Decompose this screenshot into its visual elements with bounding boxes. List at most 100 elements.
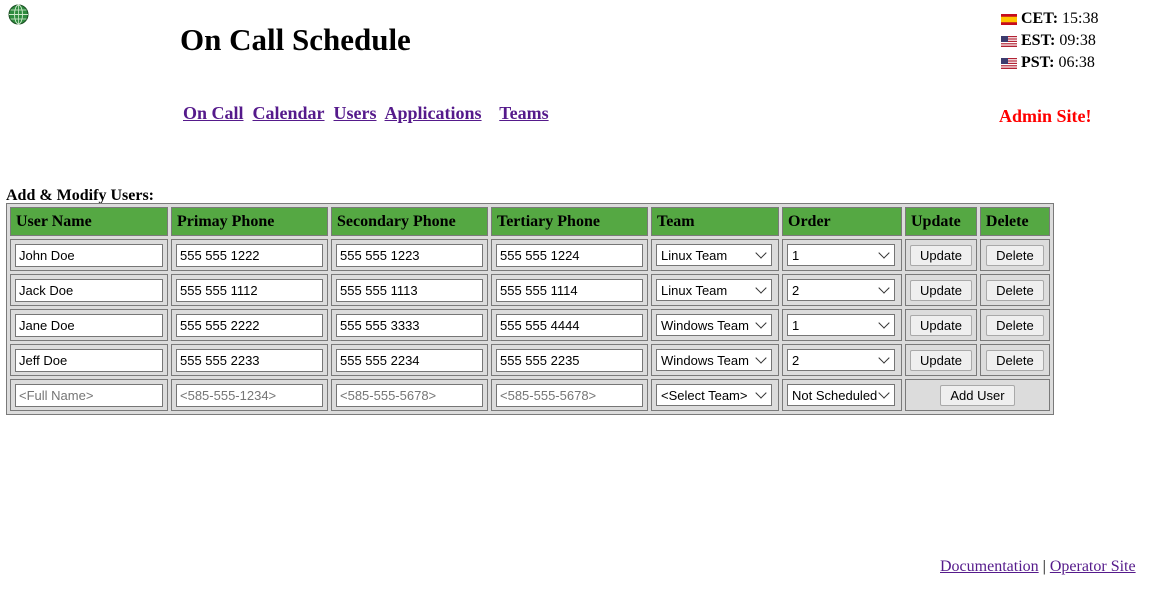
primary-phone-input[interactable] (176, 278, 323, 302)
col-team: Team (651, 207, 779, 236)
order-select-value: 1 (792, 317, 800, 333)
operator-site-link[interactable]: Operator Site (1050, 558, 1136, 575)
primary-phone-input[interactable] (176, 348, 323, 372)
new-user-name-input[interactable] (15, 383, 163, 407)
cell (491, 309, 648, 341)
secondary-phone-input[interactable] (336, 278, 483, 302)
secondary-phone-input[interactable] (336, 348, 483, 372)
order-select-value: Not Scheduled (792, 387, 878, 403)
clock-est: EST: 09:38 (1001, 30, 1099, 52)
admin-site-label: Admin Site! (999, 106, 1092, 126)
team-select[interactable]: Linux Team (656, 279, 772, 301)
secondary-phone-input[interactable] (336, 313, 483, 337)
update-button[interactable]: Update (910, 349, 972, 371)
new-primary-phone-input[interactable] (176, 383, 323, 407)
us-flag-icon (1001, 57, 1017, 69)
clock-pst: PST: 06:38 (1001, 52, 1099, 74)
nav-on-call[interactable]: On Call (183, 103, 244, 123)
nav-calendar[interactable]: Calendar (253, 103, 325, 123)
cell: 1 (782, 239, 902, 271)
order-select[interactable]: 2 (787, 279, 895, 301)
cell: Delete (979, 274, 1050, 306)
tertiary-phone-input[interactable] (496, 278, 643, 302)
user-name-input[interactable] (15, 278, 163, 302)
chevron-down-icon (878, 247, 890, 259)
new-secondary-phone-input[interactable] (336, 383, 483, 407)
add-user-button[interactable]: Add User (940, 384, 1015, 406)
cell (171, 274, 328, 306)
order-select[interactable]: 1 (787, 314, 895, 336)
cell: Windows Team (651, 309, 779, 341)
update-button[interactable]: Update (910, 279, 972, 301)
new-order-select[interactable]: Not Scheduled (787, 384, 895, 406)
cell (331, 239, 488, 271)
cell: <Select Team> (651, 379, 779, 411)
table-row: Windows Team 1 Update Delete (10, 309, 1050, 341)
clock-cet: CET: 15:38 (1001, 8, 1099, 30)
team-select-value: Windows Team (661, 352, 749, 368)
users-table: User Name Primay Phone Secondary Phone T… (6, 203, 1054, 415)
user-name-input[interactable] (15, 348, 163, 372)
order-select-value: 2 (792, 282, 800, 298)
cell (331, 344, 488, 376)
timezone-clocks: CET: 15:38 EST: 09:38 PST: 06:38 (1001, 8, 1099, 74)
nav-applications[interactable]: Applications (385, 103, 482, 123)
footer-separator: | (1042, 558, 1046, 575)
new-tertiary-phone-input[interactable] (496, 383, 643, 407)
cell (10, 344, 168, 376)
chevron-down-icon (878, 282, 890, 294)
table-row: Linux Team 1 Update Delete (10, 239, 1050, 271)
cell (331, 274, 488, 306)
table-row: Windows Team 2 Update Delete (10, 344, 1050, 376)
documentation-link[interactable]: Documentation (940, 558, 1039, 575)
new-team-select[interactable]: <Select Team> (656, 384, 772, 406)
cell: Delete (979, 344, 1050, 376)
clock-time: 06:38 (1058, 54, 1095, 71)
order-select[interactable]: 2 (787, 349, 895, 371)
delete-button[interactable]: Delete (986, 279, 1044, 301)
primary-phone-input[interactable] (176, 313, 323, 337)
cell (331, 379, 488, 411)
nav-users[interactable]: Users (334, 103, 377, 123)
us-flag-icon (1001, 35, 1017, 47)
clock-time: 15:38 (1062, 10, 1099, 27)
cell (331, 309, 488, 341)
primary-phone-input[interactable] (176, 243, 323, 267)
chevron-down-icon (755, 317, 767, 329)
cell (171, 379, 328, 411)
cell (10, 309, 168, 341)
order-select[interactable]: 1 (787, 244, 895, 266)
delete-button[interactable]: Delete (986, 244, 1044, 266)
team-select[interactable]: Linux Team (656, 244, 772, 266)
cell: Delete (979, 239, 1050, 271)
delete-button[interactable]: Delete (986, 349, 1044, 371)
col-order: Order (782, 207, 902, 236)
table-row: Linux Team 2 Update Delete (10, 274, 1050, 306)
cell (491, 379, 648, 411)
tertiary-phone-input[interactable] (496, 313, 643, 337)
globe-icon[interactable] (8, 4, 29, 25)
tertiary-phone-input[interactable] (496, 348, 643, 372)
clock-tz-label: EST: (1021, 32, 1056, 49)
team-select-value: Linux Team (661, 282, 728, 298)
update-button[interactable]: Update (910, 244, 972, 266)
nav-teams[interactable]: Teams (499, 103, 548, 123)
chevron-down-icon (878, 352, 890, 364)
chevron-down-icon (755, 247, 767, 259)
page-title: On Call Schedule (180, 22, 411, 57)
user-name-input[interactable] (15, 313, 163, 337)
team-select[interactable]: Windows Team (656, 314, 772, 336)
chevron-down-icon (755, 352, 767, 364)
spain-flag-icon (1001, 13, 1017, 25)
team-select[interactable]: Windows Team (656, 349, 772, 371)
cell (491, 344, 648, 376)
delete-button[interactable]: Delete (986, 314, 1044, 336)
tertiary-phone-input[interactable] (496, 243, 643, 267)
user-name-input[interactable] (15, 243, 163, 267)
col-delete: Delete (979, 207, 1050, 236)
update-button[interactable]: Update (910, 314, 972, 336)
clock-time: 09:38 (1059, 32, 1096, 49)
cell: Update (905, 239, 977, 271)
cell (10, 239, 168, 271)
secondary-phone-input[interactable] (336, 243, 483, 267)
